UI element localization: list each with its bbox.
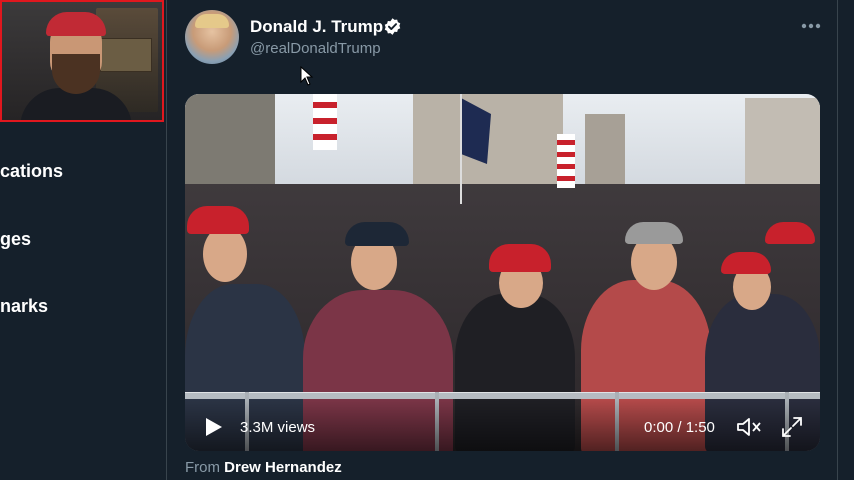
video-building	[185, 94, 275, 194]
video-barrier	[185, 392, 820, 399]
video-cap	[625, 222, 683, 244]
video-timestamp: 0:00 / 1:50	[644, 419, 715, 436]
video-source: From Drew Hernandez	[185, 459, 342, 476]
fullscreen-icon[interactable]	[781, 416, 803, 438]
video-redcap	[489, 244, 551, 272]
cursor-icon	[300, 66, 314, 86]
video-source-name[interactable]: Drew Hernandez	[224, 459, 342, 476]
verified-icon	[384, 18, 401, 35]
video-flag	[557, 134, 575, 188]
video-redcap	[187, 206, 249, 234]
avatar[interactable]	[185, 10, 239, 64]
video-face	[203, 226, 247, 282]
display-name[interactable]: Donald J. Trump	[250, 17, 383, 37]
video-flag	[460, 94, 491, 204]
video-view-count: 3.3M views	[240, 419, 316, 436]
video-cap	[345, 222, 409, 246]
webcam-overlay	[0, 0, 164, 122]
more-icon[interactable]	[800, 19, 822, 33]
play-icon[interactable]	[205, 417, 223, 437]
sidebar-item-messages[interactable]: ges	[0, 229, 31, 250]
sidebar-item-bookmarks[interactable]: narks	[0, 296, 48, 317]
webcam-person-cap	[46, 12, 106, 36]
video-building	[745, 98, 820, 194]
video-flag	[313, 94, 337, 150]
column-divider	[837, 0, 838, 480]
video-source-prefix: From	[185, 459, 220, 476]
avatar-hair	[195, 14, 229, 28]
user-handle[interactable]: @realDonaldTrump	[250, 40, 381, 57]
sidebar-item-notifications[interactable]: cations	[0, 161, 63, 182]
webcam-poster	[100, 38, 152, 72]
video-redcap	[721, 252, 771, 274]
volume-icon[interactable]	[736, 416, 762, 438]
tweet-video[interactable]	[185, 94, 820, 451]
left-navigation-pane: cations ges narks	[0, 0, 167, 480]
video-redcap	[765, 222, 815, 244]
video-building	[585, 114, 625, 194]
